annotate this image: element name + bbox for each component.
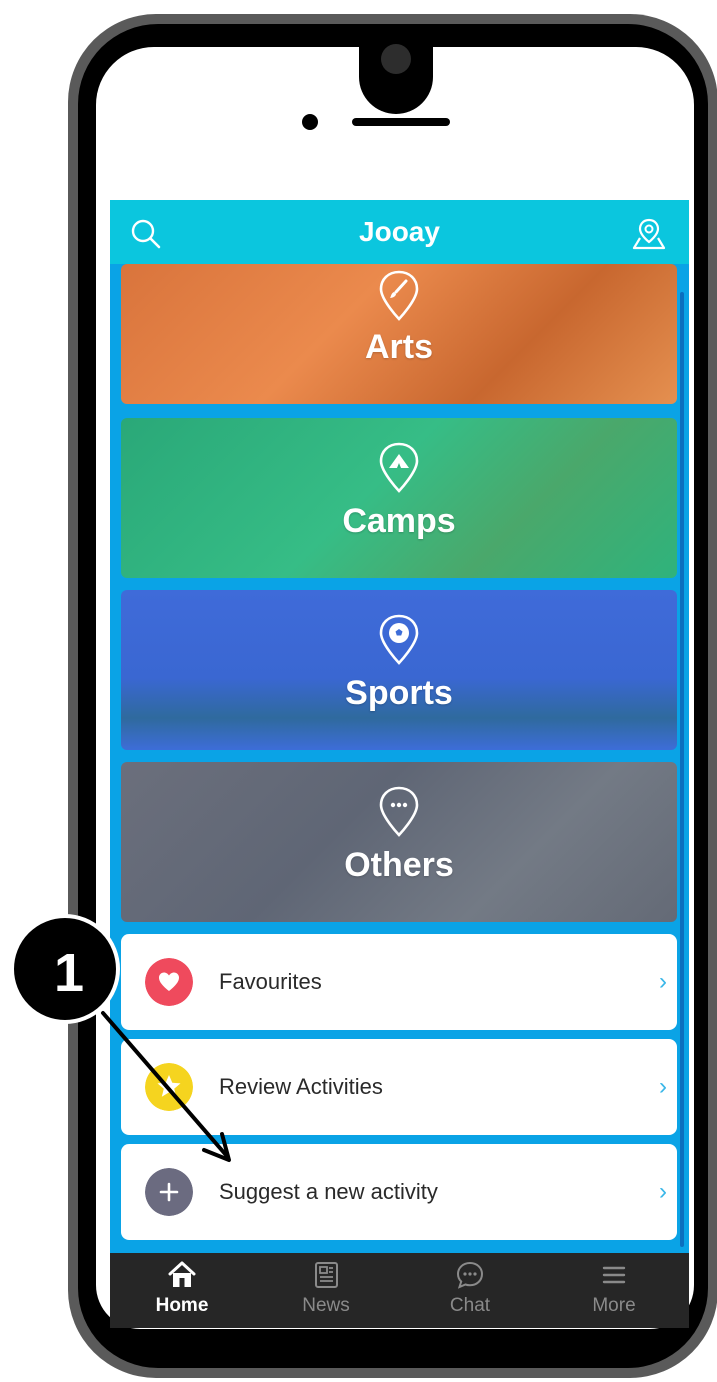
list-item-label: Review Activities xyxy=(219,1074,383,1099)
category-label: Others xyxy=(344,846,454,884)
tab-label: More xyxy=(592,1295,636,1316)
category-card-arts[interactable]: Arts xyxy=(121,264,677,404)
bottom-tab-bar: Home News Chat More xyxy=(110,1253,689,1328)
category-card-sports[interactable]: Sports xyxy=(121,590,677,750)
home-icon xyxy=(168,1261,196,1287)
list-item-label: Favourites xyxy=(219,969,322,994)
chat-bubble-icon xyxy=(456,1261,484,1289)
tab-chat[interactable]: Chat xyxy=(398,1253,542,1328)
front-camera-icon xyxy=(381,44,411,74)
app-title: Jooay xyxy=(359,216,440,247)
plus-icon xyxy=(145,1168,193,1216)
tab-home[interactable]: Home xyxy=(110,1253,254,1328)
paintbrush-pin-icon xyxy=(379,270,419,321)
chevron-right-icon: › xyxy=(659,968,667,995)
category-card-others[interactable]: Others xyxy=(121,762,677,922)
heart-icon xyxy=(145,958,193,1006)
tent-pin-icon xyxy=(379,442,419,493)
category-label: Sports xyxy=(345,674,453,712)
scrollbar[interactable] xyxy=(680,292,684,1247)
list-item-label: Suggest a new activity xyxy=(219,1179,438,1204)
menu-icon xyxy=(602,1266,626,1284)
sensor-dot xyxy=(302,114,318,130)
list-item-review-activities[interactable]: Review Activities › xyxy=(121,1039,677,1135)
tab-news[interactable]: News xyxy=(254,1253,398,1328)
chevron-right-icon: › xyxy=(659,1178,667,1205)
category-card-camps[interactable]: Camps xyxy=(121,418,677,578)
category-label: Camps xyxy=(342,502,456,540)
ellipsis-pin-icon xyxy=(379,786,419,837)
chevron-right-icon: › xyxy=(659,1073,667,1100)
callout-number: 1 xyxy=(53,943,85,1003)
tab-label: Chat xyxy=(449,1295,491,1316)
list-item-suggest-activity[interactable]: Suggest a new activity › xyxy=(121,1144,677,1240)
callout-badge: 1 xyxy=(10,914,120,1024)
star-icon xyxy=(145,1063,193,1111)
tab-more[interactable]: More xyxy=(542,1253,686,1328)
tab-label: Home xyxy=(155,1295,209,1316)
map-location-icon[interactable] xyxy=(631,216,667,252)
soccer-ball-pin-icon xyxy=(379,614,419,665)
category-label: Arts xyxy=(364,328,434,366)
list-item-favourites[interactable]: Favourites › xyxy=(121,934,677,1030)
app-screen: Jooay Arts Camps Sports Others Favourite… xyxy=(110,200,689,1328)
earpiece-speaker xyxy=(352,118,450,126)
newspaper-icon xyxy=(315,1262,338,1288)
app-header: Jooay xyxy=(110,200,689,264)
tab-label: News xyxy=(302,1295,350,1316)
